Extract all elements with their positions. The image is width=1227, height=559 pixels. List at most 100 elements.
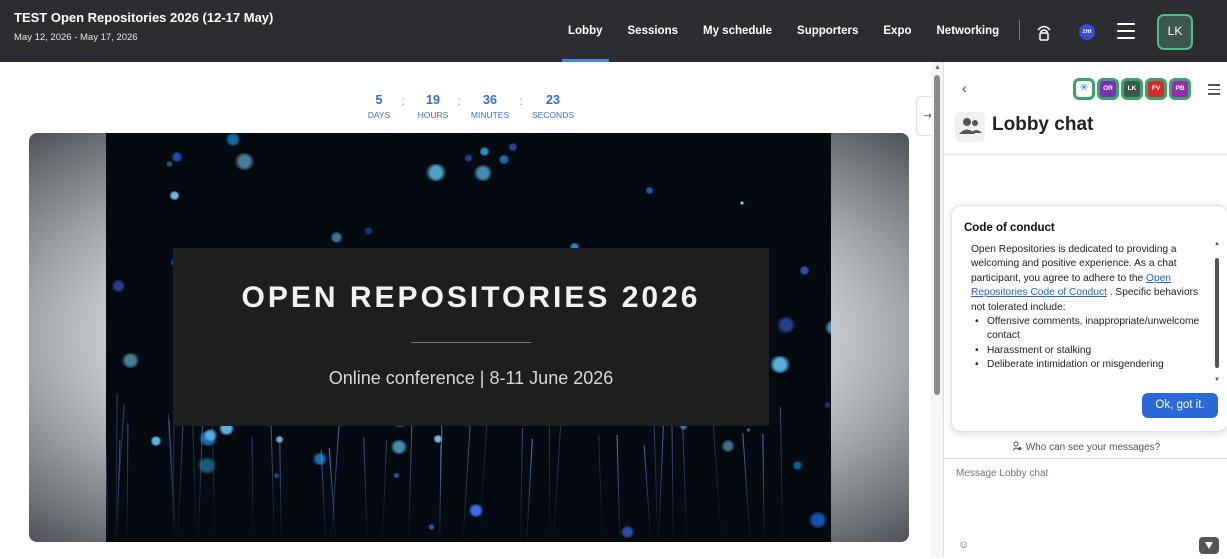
nav-my-schedule[interactable]: My schedule	[703, 0, 772, 62]
nav-sessions[interactable]: Sessions	[628, 0, 679, 62]
fiber-strand	[126, 422, 129, 542]
zoom-icon[interactable]: zm	[1079, 24, 1095, 40]
user-avatar[interactable]: LK	[1157, 14, 1193, 50]
light-dot	[425, 163, 447, 182]
list-item: Harassment or stalking	[971, 344, 1205, 359]
nav-networking[interactable]: Networking	[937, 0, 1000, 62]
chat-menu-icon[interactable]	[1208, 84, 1220, 95]
fiber-strand	[177, 417, 184, 542]
code-of-conduct-card: Code of conduct Open Repositories is ded…	[951, 205, 1227, 432]
visibility-text: Who can see your messages?	[1025, 442, 1161, 453]
countdown-seconds: 23 SECONDS	[528, 93, 578, 120]
light-dot	[464, 154, 474, 162]
countdown-separator: :	[401, 94, 405, 108]
light-dot	[508, 142, 518, 151]
seconds-value: 23	[546, 93, 560, 107]
nav-expo[interactable]: Expo	[883, 0, 911, 62]
banner-title: OPEN REPOSITORIES 2026	[241, 281, 701, 314]
days-value: 5	[375, 93, 383, 107]
fiber-strand	[779, 406, 783, 542]
list-item: Offensive comments, inappropriate/unwelc…	[971, 315, 1205, 344]
coc-list: Offensive comments, inappropriate/unwelc…	[971, 315, 1205, 373]
send-button[interactable]	[1199, 537, 1219, 554]
fiber-strand	[363, 437, 368, 542]
light-dot	[225, 133, 241, 146]
people-icon	[955, 112, 985, 142]
light-dot	[619, 526, 635, 539]
light-dot	[233, 153, 255, 171]
fiber-strand	[671, 408, 675, 542]
fiber-strand	[525, 439, 533, 542]
fiber-strand	[742, 433, 751, 542]
light-dot	[776, 317, 796, 333]
light-dot	[721, 440, 736, 452]
fiber-strand	[381, 440, 388, 542]
participant-avatar[interactable]: FV	[1145, 78, 1167, 100]
scroll-up-arrow-icon[interactable]: ▲	[1214, 241, 1220, 247]
light-dot	[203, 429, 218, 441]
menu-icon[interactable]	[1117, 23, 1135, 39]
countdown-minutes: 36 MINUTES	[466, 93, 514, 120]
event-dates: May 12, 2026 - May 17, 2026	[14, 32, 138, 43]
send-icon	[1205, 542, 1213, 549]
scroll-up-arrow-icon[interactable]: ▲	[934, 64, 941, 71]
light-dot	[824, 402, 831, 408]
scroll-thumb[interactable]	[934, 75, 940, 395]
fiber-strand	[462, 425, 471, 542]
participant-avatar[interactable]: LK	[1121, 78, 1143, 100]
light-dot	[791, 461, 804, 471]
minutes-label: MINUTES	[470, 110, 510, 120]
countdown-separator: :	[457, 94, 461, 108]
light-dot	[363, 227, 374, 235]
light-dot	[166, 160, 174, 167]
emoji-icon[interactable]: ☺	[958, 539, 969, 551]
fiber-strand	[553, 407, 563, 542]
light-dot	[121, 352, 141, 368]
all-participants-icon[interactable]: ✳	[1073, 78, 1095, 100]
hours-label: HOURS	[417, 110, 449, 120]
event-title: TEST Open Repositories 2026 (12-17 May)	[14, 10, 274, 25]
back-icon[interactable]: ‹	[962, 80, 967, 96]
visibility-info[interactable]: Who can see your messages?	[944, 438, 1227, 458]
fiber-strand	[478, 407, 489, 542]
nav-lobby[interactable]: Lobby	[562, 0, 608, 62]
fiber-strand	[681, 413, 688, 542]
list-item: Deliberate intimidation or misgendering	[971, 358, 1205, 373]
fiber-strand	[598, 435, 604, 542]
participant-avatars: ✳ OR LK FV PB	[1073, 78, 1193, 100]
message-input[interactable]	[956, 468, 1216, 528]
light-dot	[739, 201, 744, 205]
scroll-down-arrow-icon[interactable]: ▼	[1214, 377, 1220, 383]
top-bar: TEST Open Repositories 2026 (12-17 May) …	[0, 0, 1227, 62]
light-dot	[644, 186, 654, 194]
nav-supporters[interactable]: Supporters	[797, 0, 858, 62]
light-dot	[769, 355, 792, 374]
fiber-strand	[251, 436, 254, 542]
participant-avatar[interactable]: OR	[1097, 78, 1119, 100]
fiber-strand	[616, 434, 621, 542]
banner-title-box: OPEN REPOSITORIES 2026 Online conference…	[173, 248, 769, 426]
main-nav: Lobby Sessions My schedule Supporters Ex…	[562, 0, 1024, 62]
nav-divider	[1019, 20, 1020, 40]
divider	[944, 458, 1227, 459]
light-dot	[478, 147, 490, 157]
light-dot	[808, 512, 828, 528]
coc-scroll-thumb[interactable]	[1215, 258, 1219, 368]
countdown-days: 5 DAYS	[366, 93, 392, 120]
light-dot	[824, 319, 831, 336]
days-label: DAYS	[367, 110, 391, 120]
light-dot	[798, 265, 811, 276]
banner-divider	[411, 342, 531, 343]
banner-subtitle: Online conference | 8-11 June 2026	[328, 368, 614, 388]
fiber-strand	[279, 436, 282, 542]
participant-avatar[interactable]: PB	[1169, 78, 1191, 100]
code-of-conduct-heading: Code of conduct	[964, 222, 1055, 234]
countdown-hours: 19 HOURS	[414, 93, 452, 120]
code-of-conduct-body: Open Repositories is dedicated to provid…	[971, 243, 1205, 373]
ok-got-it-button[interactable]: Ok, got it.	[1142, 393, 1218, 418]
light-dot	[169, 190, 180, 200]
seconds-label: SECONDS	[531, 110, 575, 120]
light-dot	[329, 232, 344, 243]
broadcast-icon[interactable]	[1034, 22, 1054, 42]
fiber-strand	[439, 444, 441, 542]
